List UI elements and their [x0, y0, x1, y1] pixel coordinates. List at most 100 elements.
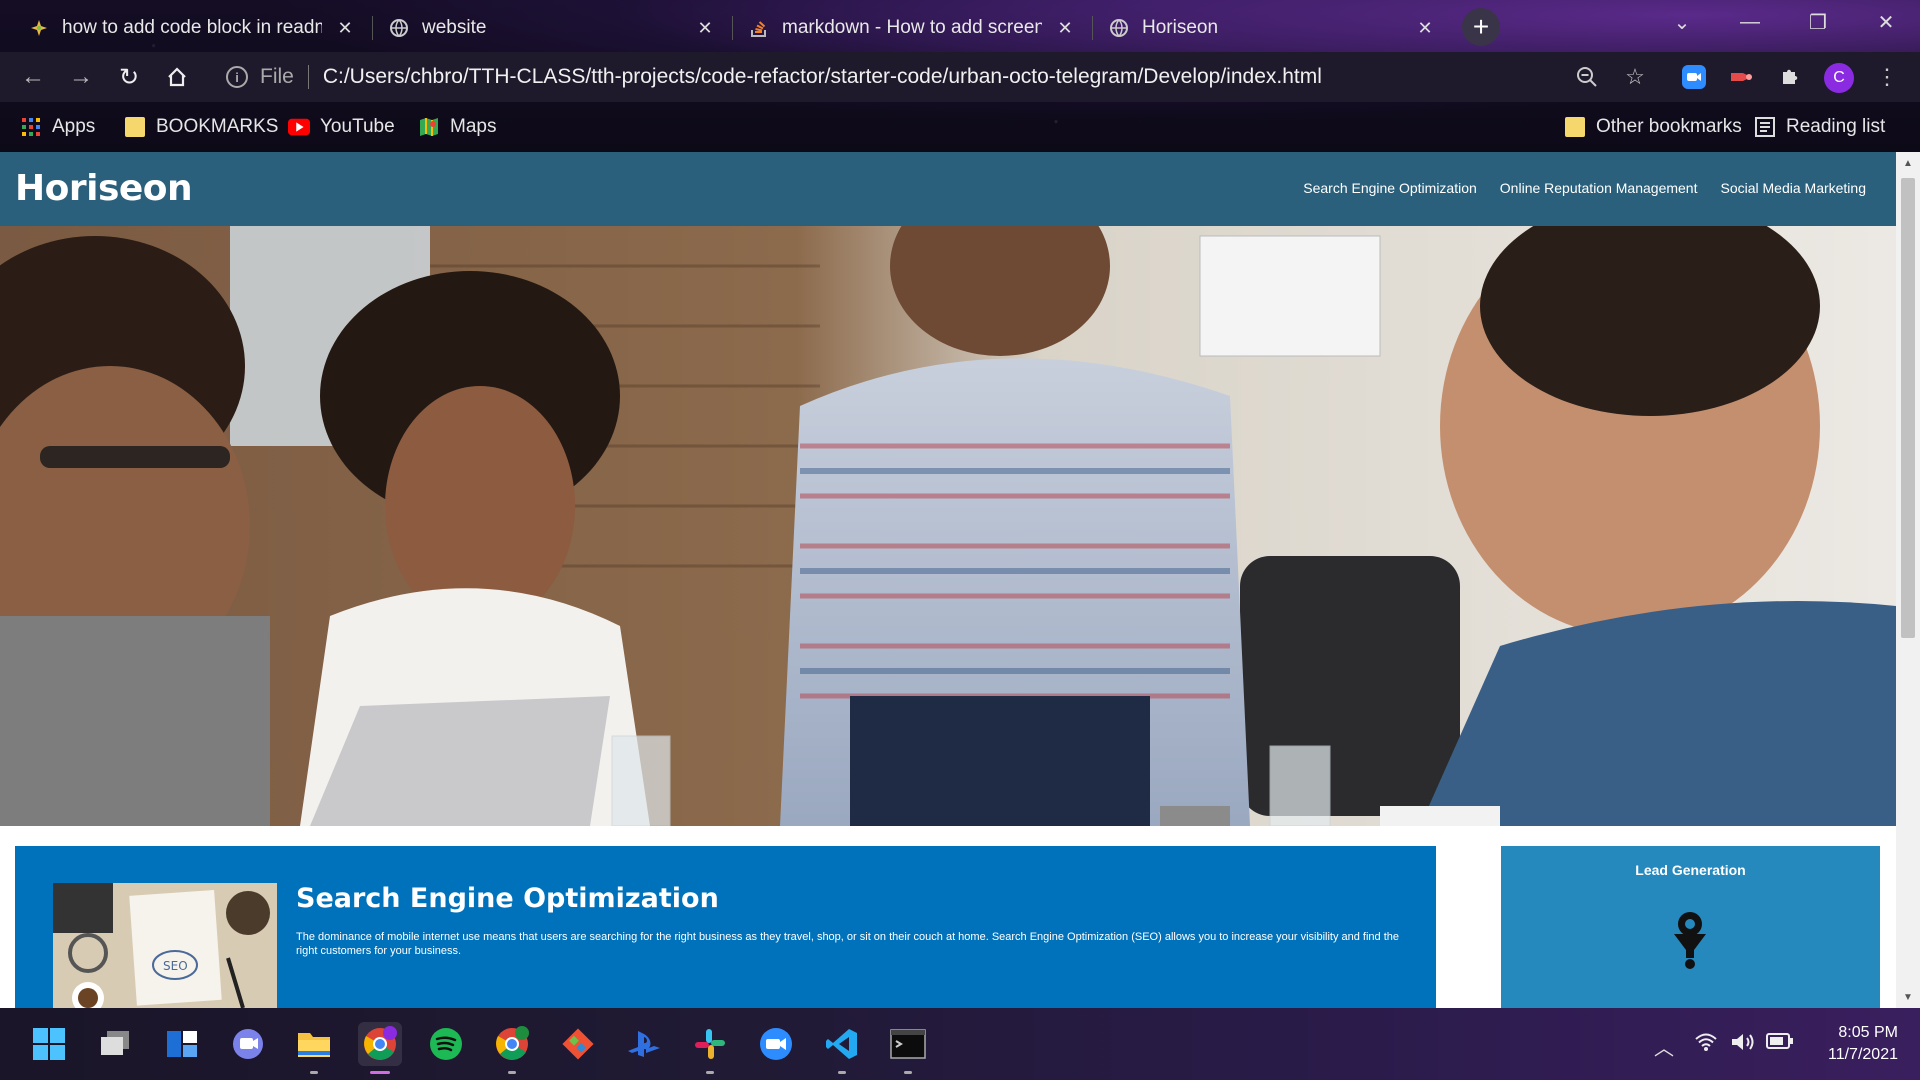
- back-icon[interactable]: ←: [16, 60, 50, 94]
- close-tab-icon[interactable]: ✕: [1054, 17, 1076, 39]
- screencast-extension-icon[interactable]: [1725, 60, 1759, 94]
- vscode-icon[interactable]: [820, 1022, 864, 1074]
- tab-markdown[interactable]: markdown - How to add screenshots ✕: [734, 6, 1090, 50]
- wifi-icon[interactable]: [1694, 1032, 1718, 1058]
- browser-toolbar: ← → ↻ i File C:/Users/chbro/TTH-CLASS/tt…: [0, 52, 1920, 102]
- zoom-icon[interactable]: [1570, 60, 1604, 94]
- article-body: The dominance of mobile internet use mea…: [296, 931, 1400, 957]
- terminal-icon[interactable]: [886, 1022, 930, 1074]
- reading-list-icon: [1754, 117, 1776, 137]
- forward-icon[interactable]: →: [64, 60, 98, 94]
- tab-separator: [1092, 16, 1093, 40]
- close-tab-icon[interactable]: ✕: [334, 17, 356, 39]
- tray-overflow-icon[interactable]: ︿: [1654, 1032, 1674, 1061]
- running-indicator: [508, 1071, 516, 1074]
- browser-chrome: how to add code block in readme ✕ websit…: [0, 0, 1920, 152]
- clock-date: 11/7/2021: [1828, 1046, 1898, 1063]
- scroll-down-icon[interactable]: ▼: [1896, 986, 1920, 1008]
- git-icon[interactable]: [556, 1022, 600, 1066]
- bookmark-maps[interactable]: Maps: [418, 114, 496, 140]
- spark-favicon-icon: [28, 17, 50, 39]
- scrollbar-thumb[interactable]: [1901, 178, 1915, 638]
- widgets-icon[interactable]: [160, 1022, 204, 1066]
- folder-icon: [1564, 117, 1586, 137]
- restore-icon[interactable]: ❐: [1784, 0, 1852, 44]
- tab-website[interactable]: website ✕: [374, 6, 730, 50]
- spotify-icon[interactable]: [424, 1022, 468, 1066]
- nav-link-seo[interactable]: Search Engine Optimization: [1303, 180, 1477, 196]
- bookmarks-bar: Apps BOOKMARKS YouTube Maps Other bookma…: [0, 104, 1920, 148]
- chrome-icon[interactable]: [358, 1022, 402, 1074]
- taskbar: ︿ 8:05 PM 11/7/2021: [0, 1008, 1920, 1080]
- address-divider: [307, 65, 309, 89]
- scroll-up-icon[interactable]: ▲: [1896, 152, 1920, 174]
- new-tab-button[interactable]: +: [1462, 8, 1500, 46]
- stackoverflow-icon: [748, 17, 770, 39]
- tab-separator: [732, 16, 733, 40]
- chrome-profile-icon[interactable]: [490, 1022, 534, 1074]
- reading-list[interactable]: Reading list: [1754, 114, 1885, 140]
- bookmark-label: Maps: [450, 116, 497, 137]
- close-tab-icon[interactable]: ✕: [1414, 17, 1436, 39]
- bookmark-folder-bookmarks[interactable]: BOOKMARKS: [124, 114, 278, 140]
- running-indicator: [838, 1071, 846, 1074]
- clock-time: 8:05 PM: [1838, 1024, 1898, 1041]
- window-controls: ⌄ — ❐ ✕: [1648, 0, 1920, 44]
- bookmark-label: BOOKMARKS: [156, 116, 279, 137]
- close-window-icon[interactable]: ✕: [1852, 0, 1920, 44]
- bookmark-youtube[interactable]: YouTube: [288, 114, 395, 140]
- tab-horiseon[interactable]: Horiseon ✕: [1094, 6, 1450, 50]
- maps-icon: [418, 117, 440, 137]
- seo-thumbnail: SEO: [53, 883, 277, 1008]
- playstation-icon[interactable]: [622, 1022, 666, 1066]
- system-clock[interactable]: 8:05 PM 11/7/2021: [1828, 1022, 1898, 1066]
- site-logo[interactable]: Horiseon: [15, 168, 193, 209]
- tab-search-icon[interactable]: ⌄: [1648, 0, 1716, 44]
- nav-link-social[interactable]: Social Media Marketing: [1720, 180, 1866, 196]
- globe-icon: [388, 17, 410, 39]
- teams-chat-icon[interactable]: [226, 1022, 270, 1066]
- home-icon[interactable]: [160, 60, 194, 94]
- tab-separator: [372, 16, 373, 40]
- close-tab-icon[interactable]: ✕: [694, 17, 716, 39]
- running-indicator: [706, 1071, 714, 1074]
- task-view-icon[interactable]: [94, 1022, 138, 1066]
- file-explorer-icon[interactable]: [292, 1022, 336, 1074]
- tab-title: Horiseon: [1142, 17, 1219, 38]
- bookmark-other[interactable]: Other bookmarks: [1564, 114, 1742, 140]
- bookmark-label: Other bookmarks: [1596, 116, 1742, 137]
- start-icon[interactable]: [27, 1022, 71, 1066]
- site-info-icon[interactable]: i: [226, 66, 248, 88]
- apps-grid-icon: [20, 117, 42, 137]
- profile-avatar[interactable]: C: [1824, 63, 1854, 93]
- zoom-extension-icon[interactable]: [1677, 60, 1711, 94]
- volume-icon[interactable]: [1730, 1032, 1756, 1058]
- zoom-icon[interactable]: [754, 1022, 798, 1066]
- tab-strip: how to add code block in readme ✕ websit…: [0, 0, 1920, 50]
- article-title: Search Engine Optimization: [296, 883, 719, 914]
- address-bar[interactable]: i File C:/Users/chbro/TTH-CLASS/tth-proj…: [214, 55, 1702, 99]
- tab-title: how to add code block in readme: [62, 17, 322, 38]
- minimize-icon[interactable]: —: [1716, 0, 1784, 44]
- reload-icon[interactable]: ↻: [112, 60, 146, 94]
- bookmark-star-icon[interactable]: ☆: [1618, 60, 1652, 94]
- tab-title: markdown - How to add screenshots: [782, 17, 1042, 38]
- bookmark-label: Reading list: [1786, 116, 1886, 137]
- battery-icon[interactable]: [1766, 1032, 1794, 1056]
- nav-link-reputation[interactable]: Online Reputation Management: [1500, 180, 1698, 196]
- slack-icon[interactable]: [688, 1022, 732, 1074]
- folder-icon: [124, 117, 146, 137]
- scheme-label: File: [260, 65, 294, 88]
- extensions-puzzle-icon[interactable]: [1773, 60, 1807, 94]
- hero-image: [0, 226, 1896, 826]
- bookmark-label: Apps: [52, 116, 96, 137]
- lead-generation-card: Lead Generation: [1501, 846, 1880, 1008]
- url-text[interactable]: C:/Users/chbro/TTH-CLASS/tth-projects/co…: [323, 65, 1322, 89]
- youtube-icon: [288, 117, 310, 137]
- page-scrollbar[interactable]: ▲ ▼: [1896, 152, 1920, 1008]
- tab-readme[interactable]: how to add code block in readme ✕: [14, 6, 370, 50]
- lead-generation-icon: [1670, 910, 1710, 970]
- site-header: Horiseon Search Engine Optimization Onli…: [0, 152, 1896, 226]
- menu-kebab-icon[interactable]: ⋮: [1870, 60, 1904, 94]
- bookmark-apps[interactable]: Apps: [20, 114, 95, 140]
